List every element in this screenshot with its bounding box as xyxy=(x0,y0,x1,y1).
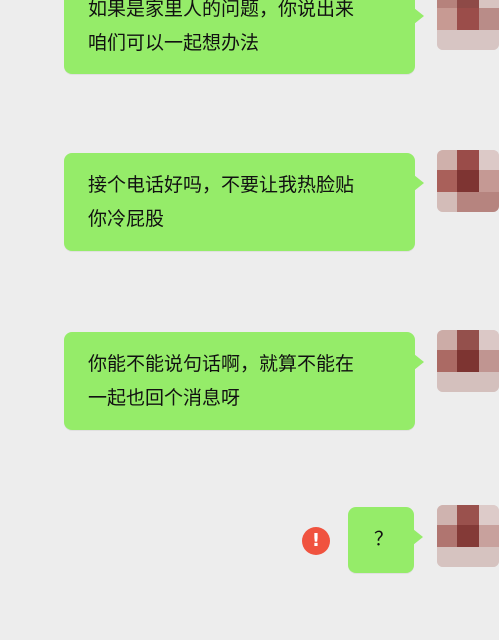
message-row: 你能不能说句话啊，就算不能在 一起也回个消息呀 xyxy=(0,330,499,440)
message-text-line: ？ xyxy=(374,528,394,550)
message-bubble[interactable]: 接个电话好吗，不要让我热脸贴 你冷屁股 xyxy=(64,153,424,251)
avatar[interactable] xyxy=(437,0,499,50)
message-text-line: 一起也回个消息呀 xyxy=(88,387,241,409)
message-bubble[interactable]: 如果是家里人的问题，你说出来 咱们可以一起想办法 xyxy=(64,0,424,74)
message-bubble[interactable]: 你能不能说句话啊，就算不能在 一起也回个消息呀 xyxy=(64,332,424,430)
avatar[interactable] xyxy=(437,150,499,212)
message-row: 如果是家里人的问题，你说出来 咱们可以一起想办法 xyxy=(0,0,499,80)
message-row: ! ？ xyxy=(0,505,499,585)
message-text-line: 接个电话好吗，不要让我热脸贴 xyxy=(88,174,355,196)
message-text-line: 如果是家里人的问题，你说出来 xyxy=(88,0,355,20)
avatar[interactable] xyxy=(437,505,499,567)
message-text-line: 你冷屁股 xyxy=(88,208,165,230)
avatar[interactable] xyxy=(437,330,499,392)
message-text-line: 你能不能说句话啊，就算不能在 xyxy=(88,353,355,375)
message-row: 接个电话好吗，不要让我热脸贴 你冷屁股 xyxy=(0,150,499,260)
exclamation-circle-icon[interactable]: ! xyxy=(302,527,330,555)
chat-window: 如果是家里人的问题，你说出来 咱们可以一起想办法 接个电话好吗，不要让我热脸贴 … xyxy=(0,0,499,640)
message-text-line: 咱们可以一起想办法 xyxy=(88,32,260,54)
message-bubble[interactable]: ？ xyxy=(348,507,423,573)
